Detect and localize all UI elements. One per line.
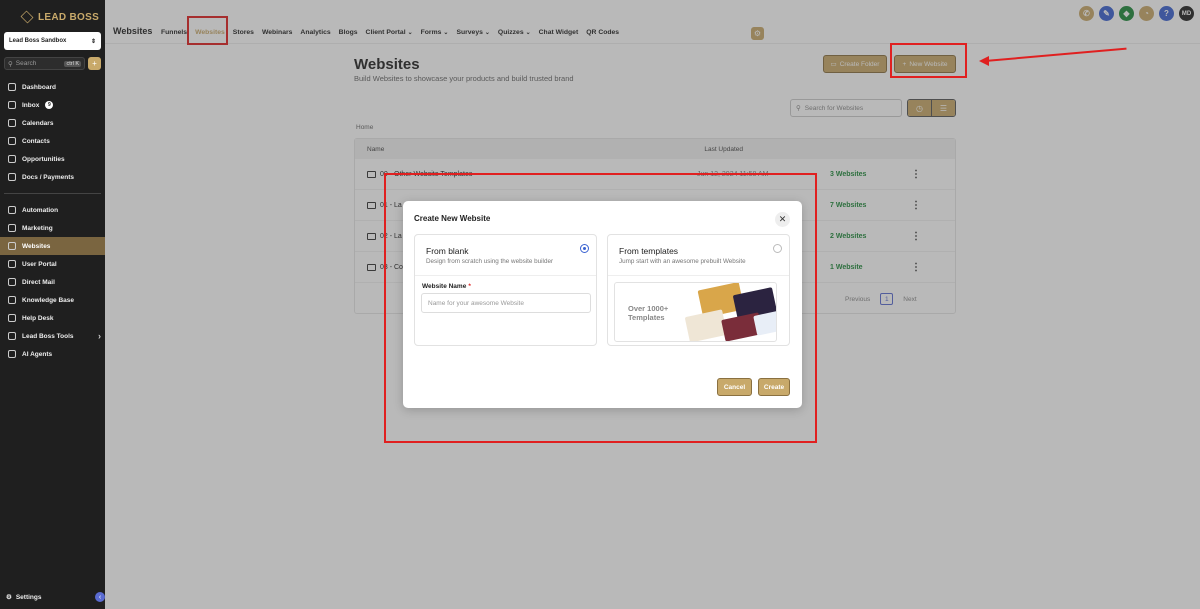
robot-icon bbox=[8, 350, 16, 358]
sidebar-item-label: Inbox bbox=[22, 101, 40, 109]
sidebar-item-label: Lead Boss Tools bbox=[22, 332, 74, 340]
help-icon bbox=[8, 314, 16, 322]
sidebar-item-label: Dashboard bbox=[22, 83, 56, 91]
input-placeholder: Name for your awesome Website bbox=[428, 299, 524, 307]
sidebar-item-websites[interactable]: Websites bbox=[0, 237, 105, 255]
send-icon bbox=[8, 224, 16, 232]
website-name-label: Website Name * bbox=[422, 283, 471, 290]
cancel-button[interactable]: Cancel bbox=[717, 378, 752, 396]
sidebar-divider bbox=[4, 193, 101, 194]
sidebar-search-placeholder: Search bbox=[15, 60, 37, 67]
chevron-left-icon: ‹ bbox=[98, 593, 102, 601]
sidebar: LEAD BOSS Lead Boss Sandbox ⇕ ⚲ Search c… bbox=[0, 0, 105, 609]
sidebar-item-ai-agents[interactable]: AI Agents bbox=[0, 345, 105, 363]
sidebar-item-label: Direct Mail bbox=[22, 278, 55, 286]
close-icon[interactable]: ✕ bbox=[775, 212, 790, 227]
collapse-sidebar-button[interactable]: ‹ bbox=[95, 592, 105, 602]
sidebar-item-marketing[interactable]: Marketing bbox=[0, 219, 105, 237]
option-desc: Jump start with an awesome prebuilt Webs… bbox=[619, 258, 746, 265]
modal-title: Create New Website bbox=[414, 214, 491, 223]
sidebar-item-lead-boss-tools[interactable]: Lead Boss Tools › bbox=[0, 327, 105, 345]
sidebar-item-label: Websites bbox=[22, 242, 51, 250]
sidebar-item-label: Contacts bbox=[22, 137, 50, 145]
sidebar-item-automation[interactable]: Automation bbox=[0, 201, 105, 219]
logo-icon bbox=[20, 10, 34, 24]
chat-icon bbox=[8, 101, 16, 109]
option-from-blank[interactable]: From blank Design from scratch using the… bbox=[414, 234, 597, 346]
inbox-count-badge: 9 bbox=[45, 101, 54, 109]
radio-from-blank[interactable] bbox=[580, 244, 589, 253]
option-from-templates[interactable]: From templates Jump start with an awesom… bbox=[607, 234, 790, 346]
mail-icon bbox=[8, 278, 16, 286]
chevron-right-icon: › bbox=[98, 331, 101, 341]
sidebar-item-opportunities[interactable]: Opportunities bbox=[0, 150, 105, 168]
dashboard-icon bbox=[8, 83, 16, 91]
field-label-text: Website Name bbox=[422, 283, 467, 290]
template-thumbnail bbox=[684, 309, 728, 341]
quick-action-button[interactable]: + bbox=[88, 57, 101, 70]
sidebar-item-label: Automation bbox=[22, 206, 59, 214]
globe-icon bbox=[8, 242, 16, 250]
chevron-updown-icon: ⇕ bbox=[90, 38, 96, 45]
contacts-icon bbox=[8, 137, 16, 145]
bolt-icon: + bbox=[92, 59, 97, 68]
sidebar-item-label: Docs / Payments bbox=[22, 173, 75, 181]
sidebar-search[interactable]: ⚲ Search ctrl K bbox=[4, 57, 85, 70]
opportunities-icon bbox=[8, 155, 16, 163]
templates-preview: Over 1000+ Templates bbox=[614, 282, 777, 342]
sidebar-item-label: Marketing bbox=[22, 224, 53, 232]
option-desc: Design from scratch using the website bu… bbox=[426, 258, 554, 265]
radio-from-templates[interactable] bbox=[773, 244, 782, 253]
sidebar-item-help-desk[interactable]: Help Desk bbox=[0, 309, 105, 327]
option-title: From blank bbox=[426, 246, 469, 256]
templates-preview-text: Over 1000+ Templates bbox=[628, 304, 669, 322]
sidebar-item-user-portal[interactable]: User Portal bbox=[0, 255, 105, 273]
sidebar-item-knowledge-base[interactable]: Knowledge Base bbox=[0, 291, 105, 309]
sidebar-item-contacts[interactable]: Contacts bbox=[0, 132, 105, 150]
shortcut-hint: ctrl K bbox=[64, 60, 81, 67]
account-name: Lead Boss Sandbox bbox=[9, 38, 67, 44]
knowledge-icon bbox=[8, 296, 16, 304]
automation-icon bbox=[8, 206, 16, 214]
sidebar-item-calendars[interactable]: Calendars bbox=[0, 114, 105, 132]
option-title: From templates bbox=[619, 246, 679, 256]
settings-label: Settings bbox=[15, 593, 42, 601]
annotation-arrow-head bbox=[979, 56, 989, 66]
highlight-new-website bbox=[890, 43, 967, 78]
calendar-icon bbox=[8, 119, 16, 127]
required-mark: * bbox=[468, 283, 471, 290]
wrench-icon bbox=[8, 332, 16, 340]
monitor-icon bbox=[8, 260, 16, 268]
sidebar-nav: Dashboard Inbox 9 Calendars Contacts Oppo… bbox=[0, 78, 105, 363]
sidebar-item-label: Help Desk bbox=[22, 314, 54, 322]
account-switcher[interactable]: Lead Boss Sandbox ⇕ bbox=[4, 32, 101, 50]
document-icon bbox=[8, 173, 16, 181]
sidebar-item-label: AI Agents bbox=[22, 350, 53, 358]
brand-logo[interactable]: LEAD BOSS bbox=[0, 0, 105, 26]
sidebar-item-label: Knowledge Base bbox=[22, 296, 75, 304]
sidebar-item-settings[interactable]: ⚙ Settings bbox=[6, 593, 42, 602]
sidebar-item-inbox[interactable]: Inbox 9 bbox=[0, 96, 105, 114]
website-name-input[interactable]: Name for your awesome Website bbox=[421, 293, 591, 313]
search-icon: ⚲ bbox=[8, 60, 13, 68]
create-button[interactable]: Create bbox=[758, 378, 790, 396]
sidebar-item-label: User Portal bbox=[22, 260, 57, 268]
gear-icon: ⚙ bbox=[6, 594, 12, 601]
logo-text: LEAD BOSS bbox=[38, 11, 100, 23]
sidebar-item-label: Calendars bbox=[22, 119, 54, 127]
sidebar-item-direct-mail[interactable]: Direct Mail bbox=[0, 273, 105, 291]
sidebar-item-label: Opportunities bbox=[22, 155, 65, 163]
sidebar-item-dashboard[interactable]: Dashboard bbox=[0, 78, 105, 96]
create-website-modal: Create New Website ✕ From blank Design f… bbox=[403, 201, 802, 408]
sidebar-item-docs-payments[interactable]: Docs / Payments bbox=[0, 168, 105, 186]
